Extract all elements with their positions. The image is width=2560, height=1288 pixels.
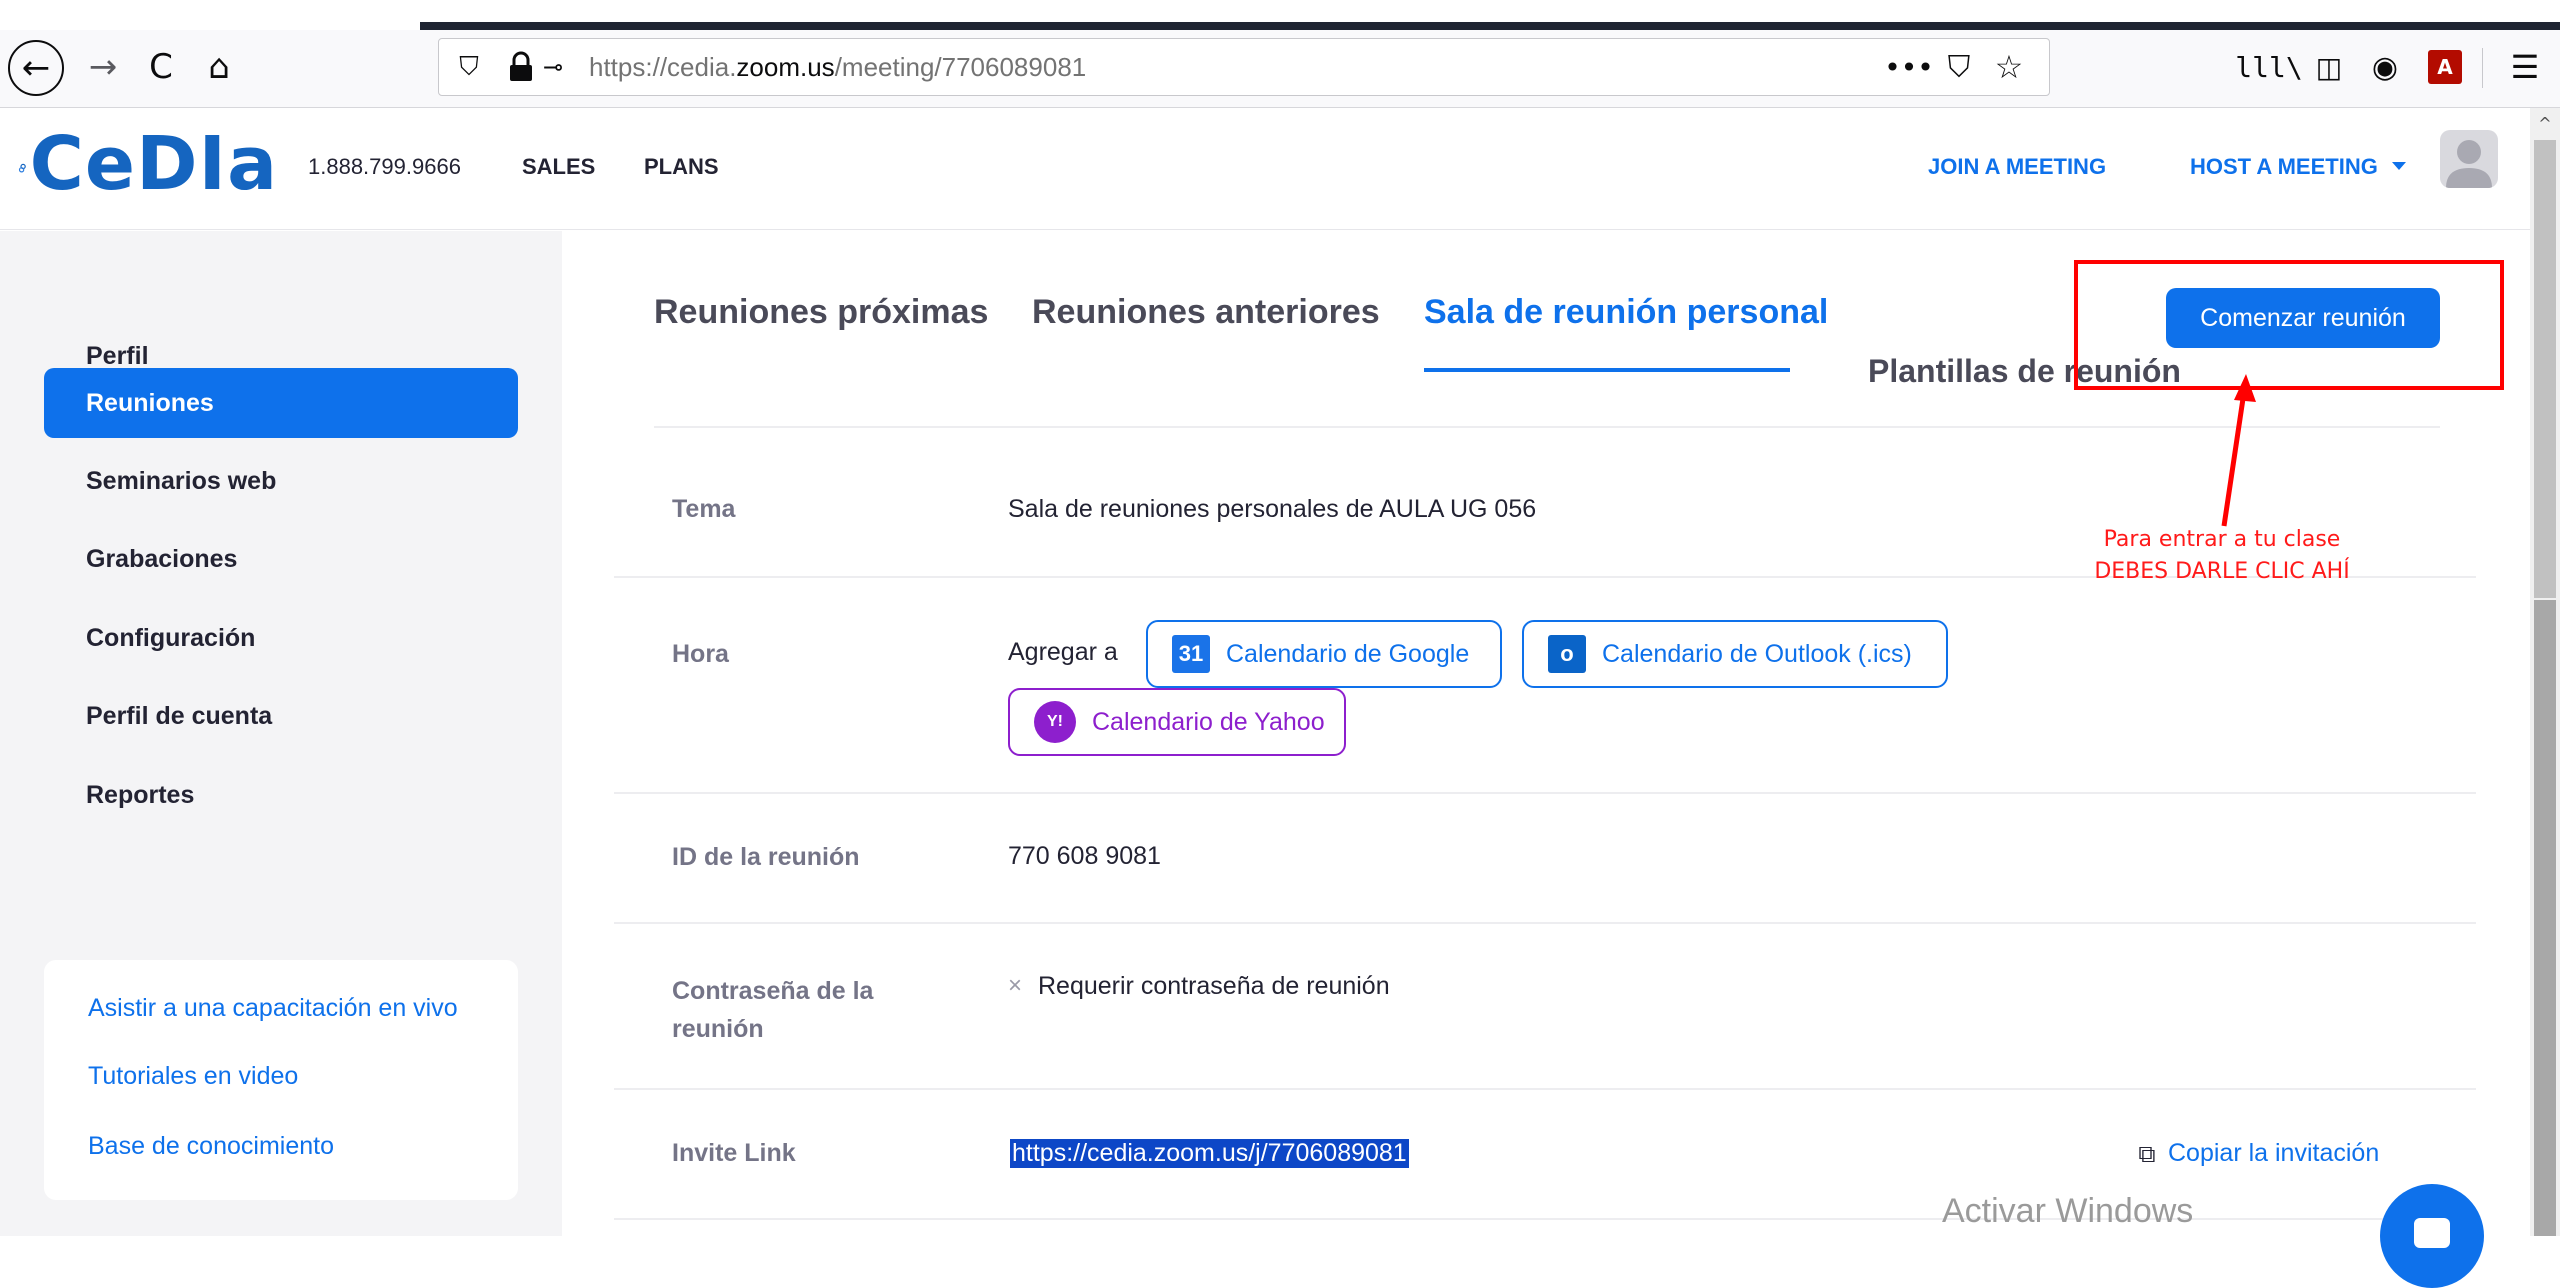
- share-icon: ⧉: [2138, 1139, 2156, 1168]
- topic-label: Tema: [672, 495, 736, 523]
- back-icon: ←: [21, 48, 51, 88]
- divider: [654, 426, 2440, 428]
- topic-value: Sala de reuniones personales de AULA UG …: [1008, 495, 1537, 523]
- yahoo-icon: Y!: [1034, 701, 1076, 743]
- sidebar-item-reuniones[interactable]: Reuniones: [44, 368, 518, 438]
- annotation-line-1: Para entrar a tu clase: [2103, 527, 2341, 552]
- copy-invitation-link[interactable]: ⧉ Copiar la invitación: [2134, 1139, 2379, 1168]
- active-tab-indicator: [1424, 368, 1790, 372]
- nav-sales-link[interactable]: SALES: [522, 154, 595, 180]
- home-button[interactable]: ⌂: [194, 42, 244, 92]
- outlook-calendar-icon: o: [1548, 635, 1586, 673]
- meeting-id-label: ID de la reunión: [672, 843, 860, 871]
- divider: [614, 792, 2476, 794]
- logo-text: CeDIa: [29, 121, 278, 207]
- reload-icon: C: [149, 47, 173, 87]
- chat-bubble-icon: [2414, 1218, 2450, 1248]
- address-bar[interactable]: ⛉ ⊸ https://cedia.zoom.us/meeting/770608…: [438, 38, 2050, 96]
- tab-sala-de-reunion-personal[interactable]: Sala de reunión personal: [1424, 293, 1828, 332]
- annotation-arrow-icon: [2221, 374, 2256, 527]
- browser-toolbar: ← → C ⌂ ⛉ ⊸ https://cedia.zoom.us/meetin…: [0, 30, 2560, 108]
- windows-activation-watermark: Activar Windows: [1942, 1192, 2194, 1230]
- knowledge-base-link[interactable]: Base de conocimiento: [88, 1132, 334, 1161]
- library-icon[interactable]: lll\: [2235, 42, 2302, 92]
- scroll-up-icon[interactable]: ^: [2530, 108, 2560, 138]
- lock-icon[interactable]: [507, 51, 535, 83]
- add-to-calendar-label: Agregar a: [1008, 638, 1118, 666]
- divider: [614, 922, 2476, 924]
- toolbar-divider: [2482, 48, 2483, 88]
- pdf-extension-icon[interactable]: A: [2428, 50, 2462, 84]
- sidebar-item-configuracion[interactable]: Configuración: [44, 603, 518, 673]
- key-icon[interactable]: ⊸: [543, 53, 579, 81]
- account-icon[interactable]: ◉: [2362, 42, 2408, 92]
- tab-reuniones-proximas[interactable]: Reuniones próximas: [654, 293, 988, 332]
- yahoo-calendar-button[interactable]: Y! Calendario de Yahoo: [1008, 688, 1346, 756]
- tab-reuniones-anteriores[interactable]: Reuniones anteriores: [1032, 293, 1380, 332]
- help-links-card: Asistir a una capacitación en vivo Tutor…: [44, 960, 518, 1200]
- annotation-line-2: DEBES DARLE CLIC AHÍ: [2094, 559, 2350, 584]
- live-training-link[interactable]: Asistir a una capacitación en vivo: [88, 994, 458, 1023]
- sidebar-item-grabaciones[interactable]: Grabaciones: [44, 524, 518, 594]
- phone-number: 1.888.799.9666: [308, 154, 461, 179]
- sidebar-item-seminarios-web[interactable]: Seminarios web: [44, 446, 518, 516]
- invite-link-value[interactable]: https://cedia.zoom.us/j/7706089081: [1010, 1139, 1409, 1168]
- video-tutorials-link[interactable]: Tutoriales en video: [88, 1062, 298, 1091]
- google-calendar-button[interactable]: 31 Calendario de Google: [1146, 620, 1502, 688]
- yahoo-calendar-label: Calendario de Yahoo: [1092, 707, 1325, 736]
- forward-icon: →: [88, 47, 118, 87]
- sidebar-toggle-icon[interactable]: ◫: [2306, 42, 2352, 92]
- time-label: Hora: [672, 640, 729, 668]
- sidebar-item-perfil-de-cuenta[interactable]: Perfil de cuenta: [44, 681, 518, 751]
- meeting-id-value: 770 608 9081: [1008, 842, 1161, 870]
- copy-invitation-label: Copiar la invitación: [2168, 1139, 2380, 1167]
- divider: [614, 1218, 2476, 1220]
- pocket-icon[interactable]: ⛉: [1939, 47, 1979, 87]
- reload-button[interactable]: C: [136, 42, 186, 92]
- google-calendar-label: Calendario de Google: [1226, 639, 1470, 668]
- hamburger-menu-icon[interactable]: ☰: [2500, 42, 2550, 92]
- cedia-logo[interactable]: CeDIa: [18, 121, 278, 208]
- close-icon: ×: [1008, 972, 1023, 999]
- password-label: Contraseña de la reunión: [672, 977, 874, 1043]
- join-meeting-link[interactable]: JOIN A MEETING: [1928, 154, 2106, 180]
- google-calendar-icon: 31: [1172, 635, 1210, 673]
- forward-button[interactable]: →: [78, 42, 128, 92]
- annotation-highlight-box: [2074, 260, 2504, 390]
- password-requirement: Requerir contraseña de reunión: [1038, 972, 1390, 1000]
- outlook-calendar-button[interactable]: o Calendario de Outlook (.ics): [1522, 620, 1948, 688]
- user-silhouette-icon: [2446, 140, 2492, 188]
- home-icon: ⌂: [208, 47, 230, 87]
- divider: [614, 1088, 2476, 1090]
- nav-plans-link[interactable]: PLANS: [644, 154, 719, 180]
- invite-link-label: Invite Link: [672, 1139, 796, 1167]
- bookmark-star-icon[interactable]: ☆: [1989, 47, 2029, 87]
- back-button[interactable]: ←: [8, 40, 64, 96]
- avatar[interactable]: [2440, 130, 2498, 188]
- scrollbar-thumb[interactable]: [2534, 600, 2556, 1236]
- annotation-text: Para entrar a tu clase DEBES DARLE CLIC …: [2072, 524, 2372, 588]
- site-header: CeDIa 1.888.799.9666 SALES PLANS JOIN A …: [0, 108, 2530, 230]
- tracking-shield-icon[interactable]: ⛉: [453, 49, 485, 85]
- url-text[interactable]: https://cedia.zoom.us/meeting/7706089081: [589, 52, 1086, 83]
- caret-down-icon[interactable]: [2392, 162, 2406, 170]
- logo-mark-icon: [18, 163, 26, 173]
- host-meeting-dropdown[interactable]: HOST A MEETING: [2190, 154, 2378, 180]
- outlook-calendar-label: Calendario de Outlook (.ics): [1602, 639, 1912, 668]
- page-actions-icon[interactable]: •••: [1884, 47, 1934, 87]
- scrollbar-track-upper[interactable]: [2534, 140, 2556, 598]
- window-title-bar: [420, 22, 2560, 30]
- sidebar-item-reportes[interactable]: Reportes: [44, 760, 518, 830]
